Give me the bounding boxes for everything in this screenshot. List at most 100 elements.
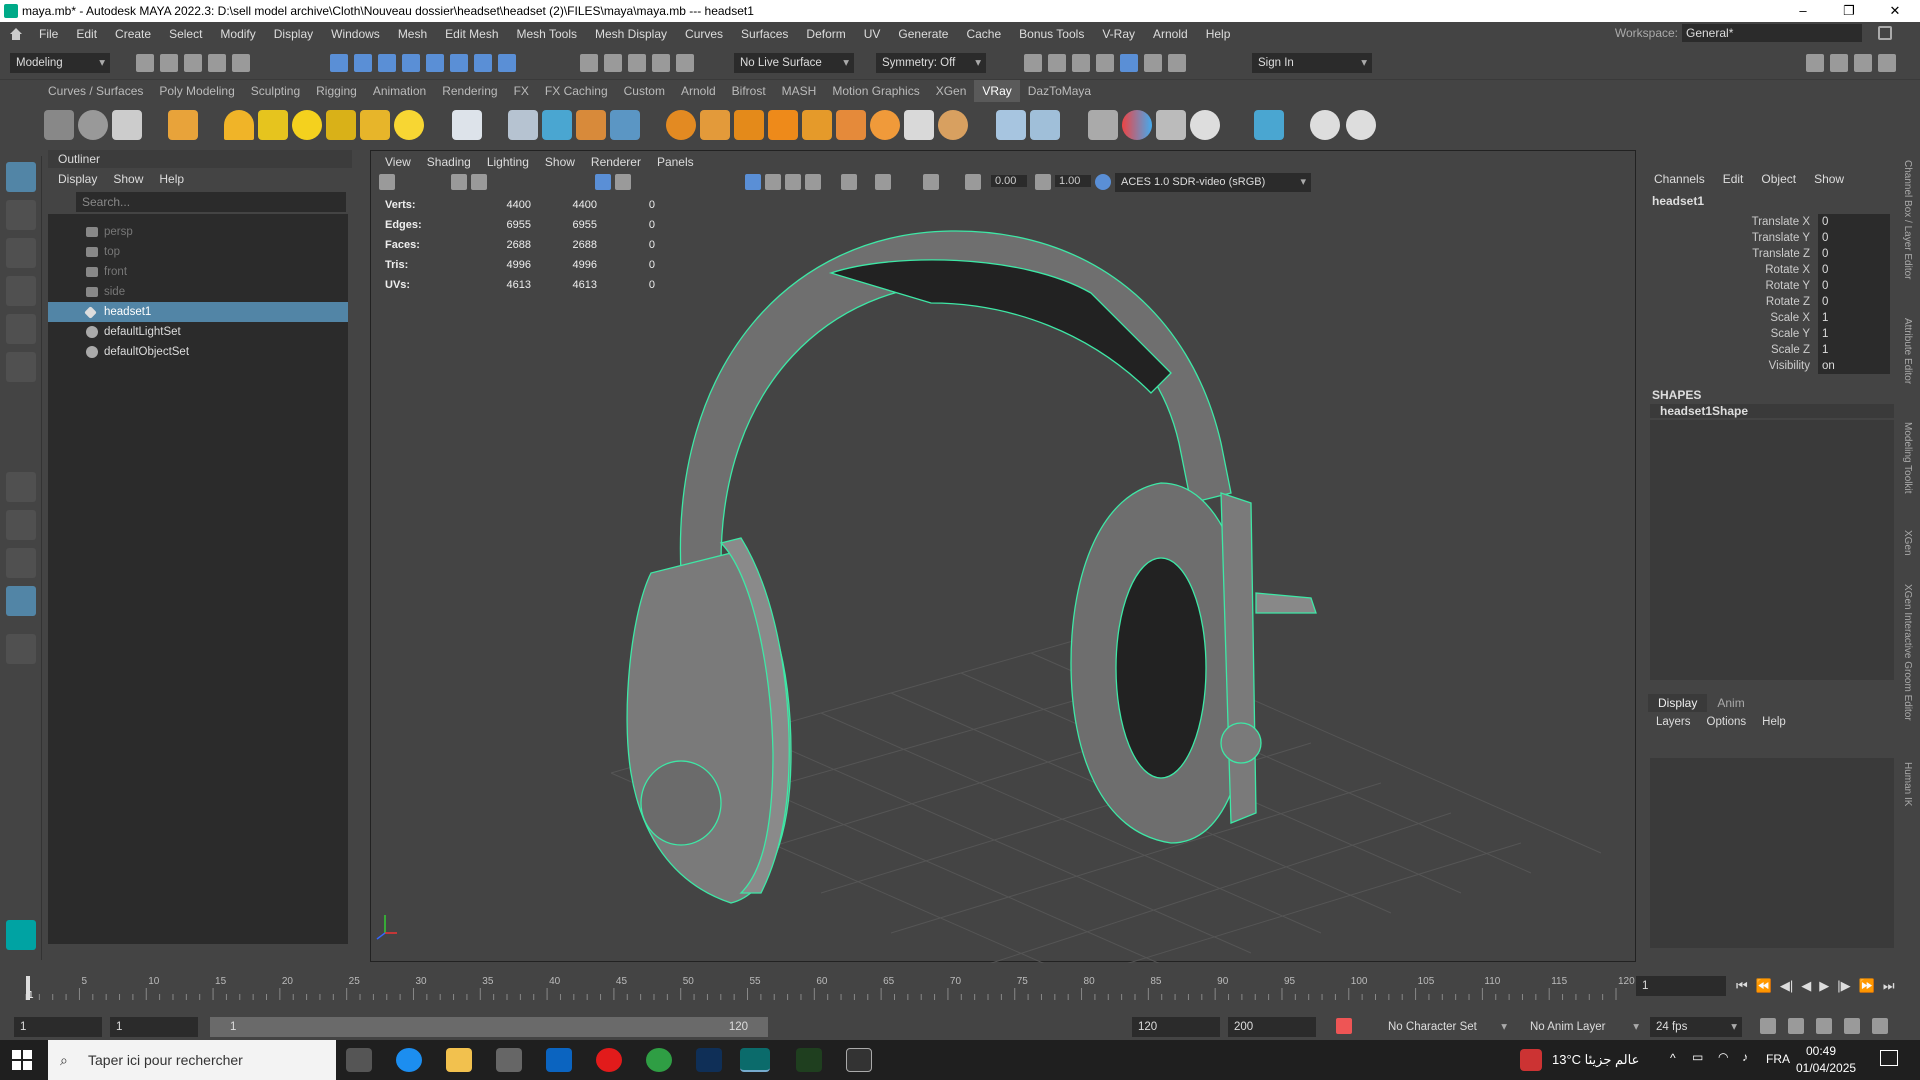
layer-tab-display[interactable]: Display	[1648, 694, 1708, 712]
camera-select-icon[interactable]	[379, 174, 395, 190]
time-ruler[interactable]: 5 10 15 20 25 30 35 40 45 50 55 60 65 70 75 80 85 90 95 100…	[14, 970, 1644, 1002]
chaos-icon[interactable]	[1190, 110, 1220, 140]
select-by-object-icon[interactable]	[354, 54, 372, 72]
sun-light-icon[interactable]	[394, 110, 424, 140]
gamma-icon[interactable]	[1035, 174, 1051, 190]
input-ops-icon[interactable]	[628, 54, 646, 72]
channel-menu-object[interactable]: Object	[1761, 172, 1796, 186]
rotate-tool-icon[interactable]	[6, 314, 36, 344]
search-icon[interactable]	[6, 634, 36, 664]
minimize-button[interactable]: –	[1780, 0, 1826, 22]
layer-menu-layers[interactable]: Layers	[1656, 716, 1691, 728]
color-management-icon[interactable]	[1095, 174, 1111, 190]
attr-translate-z[interactable]: Translate Z 0	[1642, 246, 1902, 262]
volume-icon[interactable]	[666, 110, 696, 140]
environment-fog-icon[interactable]	[870, 110, 900, 140]
weather-text[interactable]: 13°C عالم جزيئا	[1552, 1052, 1639, 1068]
maya-taskbar-icon[interactable]	[740, 1048, 770, 1072]
menu-edit[interactable]: Edit	[67, 27, 106, 41]
construction-icon[interactable]	[604, 54, 622, 72]
outliner-menu-display[interactable]: Display	[58, 172, 97, 186]
attr-rotate-z[interactable]: Rotate Z 0	[1642, 294, 1902, 310]
outliner-layout-icon[interactable]	[6, 586, 36, 616]
side-tab-channel-box[interactable]: Channel Box / Layer Editor	[1902, 160, 1913, 280]
color-picker-icon[interactable]	[1122, 110, 1152, 140]
viewport-panel[interactable]: View Shading Lighting Show Renderer Pane…	[370, 150, 1636, 963]
history-icon[interactable]	[580, 54, 598, 72]
shelf-tab-bifrost[interactable]: Bifrost	[724, 80, 774, 102]
side-tab-human-ik[interactable]: Human IK	[1902, 762, 1913, 806]
isolate-icon[interactable]	[676, 54, 694, 72]
notification-icon[interactable]	[1880, 1050, 1898, 1066]
render-view-icon[interactable]	[1144, 54, 1162, 72]
channel-box-icon[interactable]	[1878, 54, 1896, 72]
viewport-menu-lighting[interactable]: Lighting	[479, 155, 537, 169]
ipr-render-icon[interactable]	[1048, 54, 1066, 72]
end-frame-field[interactable]: 200	[1228, 1017, 1316, 1037]
shelf-tab-curves-surfaces[interactable]: Curves / Surfaces	[40, 80, 151, 102]
menu-display[interactable]: Display	[265, 27, 322, 41]
fur-grass-icon[interactable]	[734, 110, 764, 140]
snap-view-icon[interactable]	[474, 54, 492, 72]
attr-value[interactable]: 0	[1818, 262, 1890, 278]
smooth-shade-icon[interactable]	[765, 174, 781, 190]
attr-value[interactable]: 0	[1818, 246, 1890, 262]
textured-icon[interactable]	[785, 174, 801, 190]
shelf-tab-rendering[interactable]: Rendering	[434, 80, 505, 102]
language-indicator[interactable]: FRA	[1766, 1052, 1790, 1066]
play-forward-icon[interactable]: ▶	[1819, 978, 1829, 994]
menu-uv[interactable]: UV	[855, 27, 890, 41]
step-back-key-icon[interactable]: ⏪	[1756, 978, 1772, 994]
range-end-field[interactable]: 120	[1132, 1017, 1220, 1037]
camera-attributes-icon[interactable]	[451, 174, 467, 190]
attr-value[interactable]: 1	[1818, 326, 1890, 342]
paint-select-tool-icon[interactable]	[6, 238, 36, 268]
render-settings-icon[interactable]	[1072, 54, 1090, 72]
new-scene-icon[interactable]	[136, 54, 154, 72]
attr-translate-x[interactable]: Translate X 0	[1642, 214, 1902, 230]
outliner-item-front[interactable]: front	[48, 262, 348, 282]
outlook-icon[interactable]	[546, 1048, 572, 1072]
vray-mtl-icon[interactable]	[168, 110, 198, 140]
mesh-light-icon[interactable]	[326, 110, 356, 140]
gamma-field[interactable]: 1.00	[1055, 175, 1091, 187]
wifi-icon[interactable]: ◠	[1718, 1050, 1728, 1064]
clock-date[interactable]: 01/04/2025	[1796, 1061, 1856, 1075]
persp-outliner-icon[interactable]	[6, 548, 36, 578]
vray-logo-icon[interactable]	[1346, 110, 1376, 140]
undo-icon[interactable]	[208, 54, 226, 72]
outliner-item-persp[interactable]: persp	[48, 222, 348, 242]
plane-icon[interactable]	[452, 110, 482, 140]
lights-icon[interactable]	[805, 174, 821, 190]
outliner-item-side[interactable]: side	[48, 282, 348, 302]
vray-render-shelf-icon[interactable]	[112, 110, 142, 140]
sign-in-dropdown[interactable]: Sign In	[1252, 53, 1372, 73]
snap-curve-icon[interactable]	[426, 54, 444, 72]
hypershade-icon[interactable]	[1096, 54, 1114, 72]
attr-value[interactable]: 1	[1818, 310, 1890, 326]
outliner-menu-help[interactable]: Help	[159, 172, 184, 186]
save-scene-icon[interactable]	[184, 54, 202, 72]
menu-arnold[interactable]: Arnold	[1144, 27, 1197, 41]
side-tab-xgen-groom[interactable]: XGen Interactive Groom Editor	[1902, 584, 1913, 721]
menu-windows[interactable]: Windows	[322, 27, 389, 41]
pause-icon[interactable]	[1168, 54, 1186, 72]
menu-mesh-tools[interactable]: Mesh Tools	[508, 27, 586, 41]
exposure-icon[interactable]	[965, 174, 981, 190]
side-tab-attribute-editor[interactable]: Attribute Editor	[1902, 318, 1913, 384]
modeling-toolkit-icon[interactable]	[1806, 54, 1824, 72]
snap-surface-icon[interactable]	[498, 54, 516, 72]
attr-value[interactable]: on	[1818, 358, 1890, 374]
attr-scale-y[interactable]: Scale Y 1	[1642, 326, 1902, 342]
network-icon[interactable]: ▭	[1692, 1050, 1703, 1064]
clipper-icon[interactable]	[700, 110, 730, 140]
menu-create[interactable]: Create	[106, 27, 160, 41]
proxy-icon[interactable]	[508, 110, 538, 140]
symmetry-dropdown[interactable]: Symmetry: Off	[876, 53, 986, 73]
menu-mesh-display[interactable]: Mesh Display	[586, 27, 676, 41]
layer-menu-help[interactable]: Help	[1762, 716, 1786, 728]
menu-curves[interactable]: Curves	[676, 27, 732, 41]
scale-tool-icon[interactable]	[6, 352, 36, 382]
lock-icon[interactable]	[1878, 26, 1892, 40]
material-preset-icon[interactable]	[996, 110, 1026, 140]
